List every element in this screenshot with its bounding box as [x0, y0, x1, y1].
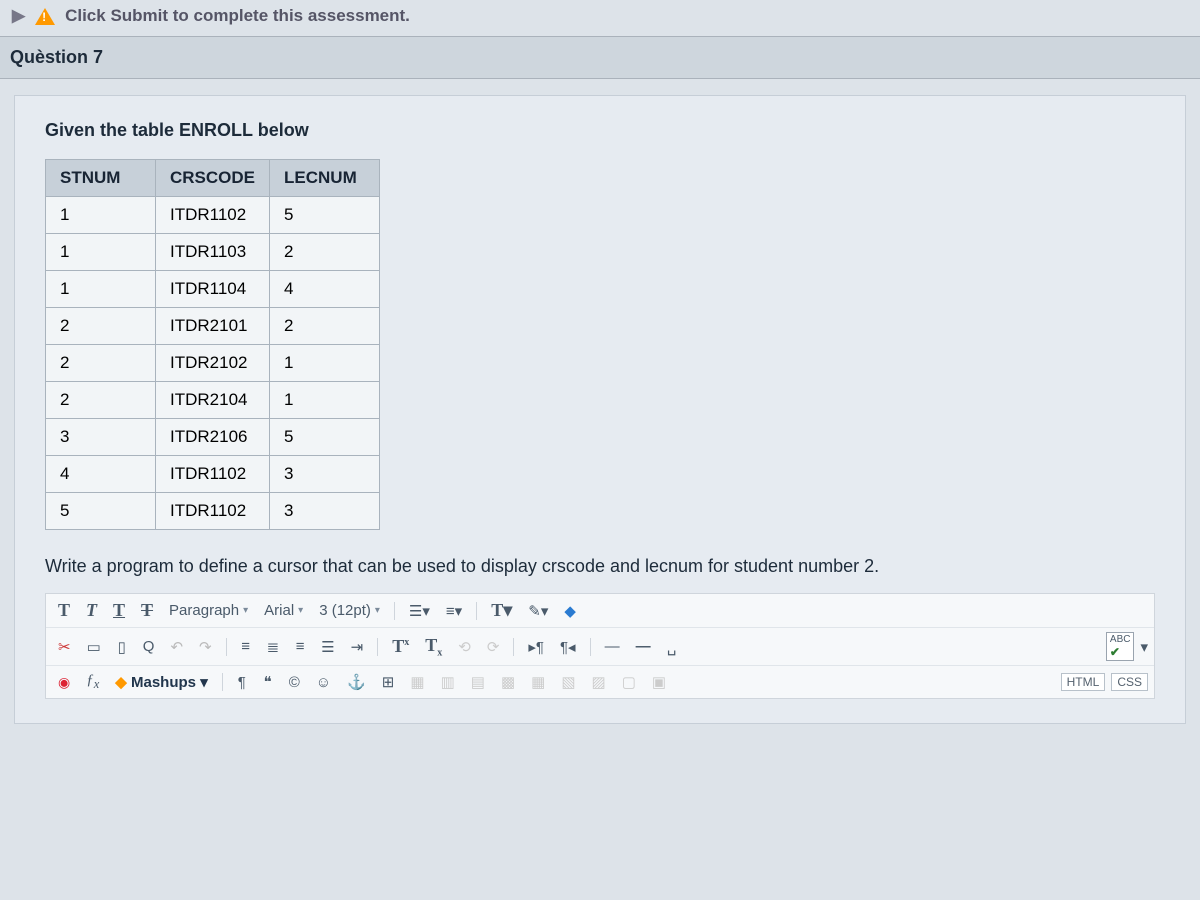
quote-button[interactable]: ❝ [257, 671, 279, 693]
tbl-col-button[interactable]: ▤ [465, 671, 491, 693]
nbsp-button[interactable]: ␣ [661, 636, 683, 658]
tbl-cell-button[interactable]: ▦ [404, 671, 430, 693]
enroll-table: STNUM CRSCODE LECNUM 1ITDR11025 1ITDR110… [45, 159, 380, 530]
html-view-button[interactable]: HTML [1061, 673, 1106, 691]
table-row: 3ITDR21065 [46, 419, 380, 456]
chevron-down-icon: ▾ [1140, 638, 1148, 656]
format-select[interactable]: Paragraph▾ [163, 600, 254, 621]
layer-button[interactable]: ▢ [616, 671, 642, 693]
tbl-merge-button[interactable]: ▦ [525, 671, 551, 693]
find-button[interactable]: Q [137, 636, 161, 657]
arrow-icon: ▶ [12, 6, 25, 26]
chevron-down-icon: ▾ [298, 605, 303, 616]
pilcrow-button[interactable]: ¶ [231, 672, 253, 693]
link-button[interactable]: ⟲ [452, 636, 477, 658]
hint-text: Click Submit to complete this assessment… [65, 6, 410, 26]
ltr-button[interactable]: ▸¶ [522, 636, 550, 658]
cut-button[interactable]: ✂ [52, 636, 77, 658]
align-justify-button[interactable]: ☰ [315, 636, 340, 658]
layer2-button[interactable]: ▣ [646, 671, 672, 693]
fx-button[interactable]: ƒx [80, 670, 105, 694]
eraser-button[interactable]: ◆ [558, 600, 582, 622]
rich-text-toolbar: T T T T Paragraph▾ Arial▾ 3 (12pt)▾ ☰▾ ≡… [45, 593, 1155, 699]
emoji-button[interactable]: ☺ [310, 672, 337, 693]
css-view-button[interactable]: CSS [1111, 673, 1148, 691]
bullet-list-button[interactable]: ☰▾ [403, 600, 436, 622]
table-row: 2ITDR21021 [46, 345, 380, 382]
table-button[interactable]: ⊞ [376, 671, 401, 693]
rtl-button[interactable]: ¶◂ [554, 636, 582, 658]
italic-button[interactable]: T [80, 598, 103, 623]
instruction-text: Write a program to define a cursor that … [45, 556, 1155, 577]
tbl-split-button[interactable]: ▧ [555, 671, 581, 693]
chevron-down-icon: ▾ [375, 605, 380, 616]
tbl-del-button[interactable]: ▩ [495, 671, 521, 693]
redo-button[interactable]: ↷ [193, 636, 218, 658]
anchor-button[interactable]: ⚓ [341, 671, 372, 693]
table-row: 2ITDR21041 [46, 382, 380, 419]
spellcheck-button[interactable]: ABC✔ [1106, 632, 1135, 661]
assessment-hint: ▶ Click Submit to complete this assessme… [0, 0, 1200, 36]
record-button[interactable]: ◉ [52, 672, 76, 693]
tbl-props-button[interactable]: ▨ [586, 671, 612, 693]
size-select[interactable]: 3 (12pt)▾ [313, 600, 386, 621]
chevron-down-icon: ▾ [243, 605, 248, 616]
undo-button[interactable]: ↶ [164, 636, 189, 658]
warning-icon [35, 8, 55, 25]
align-center-button[interactable]: ≣ [261, 636, 286, 658]
toolbar-row-1: T T T T Paragraph▾ Arial▾ 3 (12pt)▾ ☰▾ ≡… [46, 594, 1154, 628]
col-crscode: CRSCODE [156, 160, 270, 197]
table-row: 5ITDR11023 [46, 493, 380, 530]
hr-thin-button[interactable]: — [599, 636, 626, 657]
table-row: 1ITDR11044 [46, 271, 380, 308]
copy-button[interactable]: ▭ [81, 636, 107, 658]
table-row: 4ITDR11023 [46, 456, 380, 493]
question-header: Quèstion 7 [0, 36, 1200, 79]
col-lecnum: LECNUM [270, 160, 380, 197]
bold-button[interactable]: T [52, 598, 76, 623]
align-left-button[interactable]: ≡ [235, 636, 257, 657]
strike-button[interactable]: T [135, 598, 159, 623]
align-right-button[interactable]: ≡ [289, 636, 311, 657]
unlink-button[interactable]: ⟳ [481, 636, 506, 658]
superscript-button[interactable]: Tx [386, 634, 415, 659]
table-row: 2ITDR21012 [46, 308, 380, 345]
highlight-button[interactable]: ✎▾ [522, 600, 554, 622]
font-select[interactable]: Arial▾ [258, 600, 309, 621]
table-row: 1ITDR11025 [46, 197, 380, 234]
text-color-button[interactable]: T▾ [485, 598, 518, 623]
underline-button[interactable]: T [107, 598, 131, 623]
table-row: 1ITDR11032 [46, 234, 380, 271]
prompt-text: Given the table ENROLL below [45, 120, 1155, 141]
hr-thick-button[interactable]: — [630, 636, 657, 657]
subscript-button[interactable]: Tx [419, 633, 448, 661]
question-panel: Given the table ENROLL below STNUM CRSCO… [14, 95, 1186, 724]
tbl-row-button[interactable]: ▥ [435, 671, 461, 693]
number-list-button[interactable]: ≡▾ [440, 600, 468, 622]
toolbar-row-3: ◉ ƒx ◆ Mashups ▾ ¶ ❝ © ☺ ⚓ ⊞ ▦ ▥ ▤ ▩ ▦ ▧… [46, 666, 1154, 698]
indent-button[interactable]: ⇥ [345, 636, 370, 658]
col-stnum: STNUM [46, 160, 156, 197]
toolbar-row-2: ✂ ▭ ▯ Q ↶ ↷ ≡ ≣ ≡ ☰ ⇥ Tx Tx ⟲ ⟳ ▸¶ ¶◂ — … [46, 628, 1154, 666]
copyright-button[interactable]: © [283, 672, 306, 693]
paste-button[interactable]: ▯ [111, 636, 133, 658]
mashups-button[interactable]: ◆ Mashups ▾ [109, 671, 213, 693]
